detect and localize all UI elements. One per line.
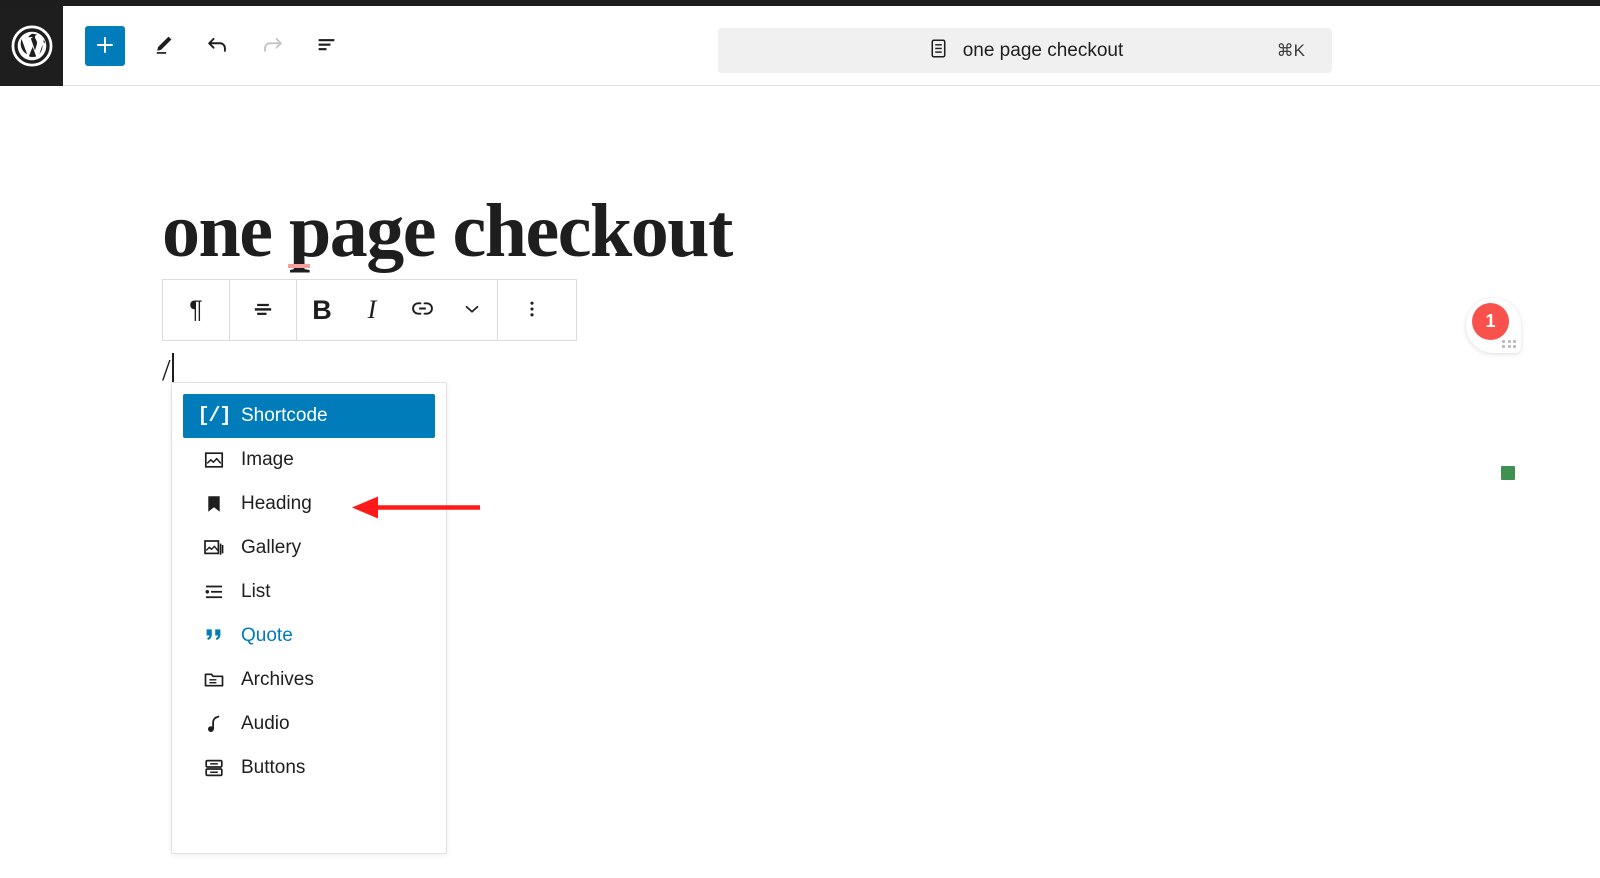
- document-icon: [927, 37, 950, 65]
- image-icon: [201, 447, 227, 473]
- wordpress-logo-icon: [10, 24, 54, 68]
- align-icon: [249, 295, 277, 326]
- vertical-dots-icon: [521, 298, 543, 323]
- archives-folder-icon: [201, 667, 227, 693]
- green-marker: [1501, 466, 1515, 480]
- autocomplete-item-quote[interactable]: Quote: [183, 614, 435, 658]
- plus-icon: [93, 33, 117, 60]
- bold-icon: B: [312, 294, 332, 325]
- autocomplete-item-label: Audio: [241, 713, 290, 734]
- shortcode-icon: [/]: [197, 404, 232, 428]
- command-palette-value: one page checkout: [962, 39, 1124, 61]
- italic-button[interactable]: I: [347, 280, 397, 340]
- autocomplete-item-label: List: [241, 581, 271, 602]
- autocomplete-item-label: Gallery: [241, 537, 302, 558]
- list-view-icon: [313, 31, 340, 61]
- autocomplete-item-gallery[interactable]: Gallery: [183, 526, 435, 570]
- notification-widget[interactable]: 1: [1466, 298, 1521, 353]
- slash-prompt-text: /: [162, 351, 171, 387]
- drag-handle[interactable]: [1502, 339, 1516, 348]
- block-type-paragraph-button[interactable]: ¶: [163, 280, 229, 340]
- autocomplete-item-label: Quote: [241, 625, 293, 646]
- autocomplete-item-image[interactable]: Image: [183, 438, 435, 482]
- autocomplete-item-archives[interactable]: Archives: [183, 658, 435, 702]
- add-block-button[interactable]: [85, 26, 125, 66]
- editor-canvas: one page checkout ¶ B I / [/] Shortcode …: [0, 87, 1600, 878]
- autocomplete-item-audio[interactable]: Audio: [183, 702, 435, 746]
- paragraph-block-input[interactable]: /: [162, 352, 174, 386]
- text-caret: [171, 353, 174, 385]
- wordpress-logo-button[interactable]: [0, 6, 63, 86]
- block-options-button[interactable]: [498, 280, 566, 340]
- undo-button[interactable]: [197, 26, 237, 66]
- autocomplete-item-label: Image: [241, 449, 294, 470]
- italic-icon: I: [367, 295, 377, 324]
- audio-note-icon: [201, 711, 227, 737]
- autocomplete-item-buttons[interactable]: Buttons: [183, 746, 435, 790]
- link-icon: [409, 295, 436, 325]
- autocomplete-item-shortcode[interactable]: [/] Shortcode: [183, 394, 435, 438]
- more-rich-text-button[interactable]: [447, 280, 497, 340]
- list-icon: [201, 579, 227, 605]
- wordpress-editor-window: one page checkout ⌘K one page checkout ¶: [0, 0, 1600, 878]
- redo-button[interactable]: [252, 26, 292, 66]
- document-overview-button[interactable]: [306, 26, 346, 66]
- chevron-down-icon: [460, 297, 484, 324]
- link-button[interactable]: [397, 280, 447, 340]
- bold-button[interactable]: B: [297, 280, 347, 340]
- quote-icon: [201, 623, 227, 649]
- post-title[interactable]: one page checkout: [162, 188, 733, 275]
- align-text-button[interactable]: [230, 280, 296, 340]
- edit-tool-button[interactable]: [143, 26, 183, 66]
- undo-arrow-icon: [204, 31, 231, 61]
- red-pointer-arrow: [352, 496, 482, 520]
- autocomplete-item-label: Heading: [241, 493, 312, 514]
- paragraph-icon: ¶: [189, 295, 203, 324]
- autocomplete-item-list[interactable]: List: [183, 570, 435, 614]
- editor-header-bar: one page checkout ⌘K: [0, 6, 1600, 86]
- autocomplete-item-label: Buttons: [241, 757, 306, 778]
- buttons-icon: [201, 755, 227, 781]
- pencil-icon: [151, 32, 176, 60]
- command-palette-button[interactable]: one page checkout ⌘K: [718, 28, 1332, 73]
- gallery-icon: [201, 535, 227, 561]
- heading-bookmark-icon: [201, 491, 227, 517]
- spellcheck-underline: [288, 264, 310, 268]
- autocomplete-item-label: Shortcode: [241, 405, 328, 426]
- redo-arrow-icon: [259, 31, 286, 61]
- block-autocomplete-menu: [/] Shortcode Image Heading Gallery List…: [171, 382, 447, 854]
- command-palette-shortcut: ⌘K: [1276, 40, 1305, 60]
- status-badge: 1: [1472, 303, 1509, 340]
- block-toolbar: ¶ B I: [162, 279, 577, 341]
- autocomplete-item-label: Archives: [241, 669, 314, 690]
